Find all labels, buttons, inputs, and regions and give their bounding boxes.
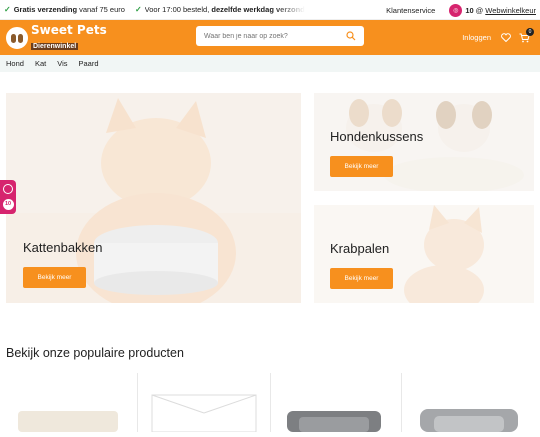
check-icon: ✓ [4,5,11,14]
product-image [18,411,118,432]
nav-item-vis[interactable]: Vis [57,59,67,68]
wishlist-heart-icon[interactable] [501,33,511,42]
product-image [151,394,257,433]
tile-hondenkussens[interactable]: Hondenkussens Bekijk meer [314,93,534,191]
search-input[interactable] [204,32,344,40]
product-card[interactable] [0,373,137,432]
product-card[interactable] [137,373,270,433]
review-at: @ [475,5,484,15]
review-score: 10 [465,5,474,15]
dog-logo-icon [6,27,28,49]
top-info-bar: ✓ Gratis verzending vanaf 75 euro ✓ Voor… [0,0,540,20]
tile-krabpalen-title: Krabpalen [330,241,390,256]
tile-kattenbakken-title: Kattenbakken [23,240,103,255]
search-bar [196,26,364,46]
review-logo-icon [3,184,13,195]
usp-same-day-text: Voor 17:00 besteld, [144,5,210,14]
product-grid [0,373,540,433]
search-icon[interactable] [346,31,356,41]
brand-subtitle: Dierenwinkel [31,43,79,50]
usp-same-day-text-wrap: Voor 17:00 besteld, dezelfde werkdag ver… [145,5,305,14]
tile-kattenbakken[interactable]: Kattenbakken Bekijk meer [6,93,301,303]
tile-hondenkussens-button[interactable]: Bekijk meer [330,156,393,177]
product-card[interactable] [270,373,401,432]
usp-same-day: ✓ Voor 17:00 besteld, dezelfde werkdag v… [135,5,305,14]
tile-kattenbakken-button[interactable]: Bekijk meer [23,267,86,288]
product-card[interactable] [401,373,540,432]
category-nav: Hond Kat Vis Paard [0,55,540,72]
tile-krabpalen[interactable]: Krabpalen Bekijk meer [314,205,534,303]
side-review-badge[interactable]: 10 [0,180,16,214]
tile-krabpalen-button[interactable]: Bekijk meer [330,268,393,289]
site-logo[interactable]: Sweet Pets Dierenwinkel [6,24,107,52]
cart-icon[interactable]: 0 [519,27,534,43]
top-right-links: Klantenservice ◎ 10 @ Webwinkelkeur [386,0,536,20]
product-image [420,409,518,432]
login-link[interactable]: Inloggen [462,33,491,42]
usp-free-shipping: ✓ Gratis verzending vanaf 75 euro [4,5,125,14]
usp-free-shipping-bold: Gratis verzending [13,5,78,14]
review-widget[interactable]: ◎ 10 @ Webwinkelkeur [449,3,536,17]
nav-item-paard[interactable]: Paard [79,59,99,68]
review-link[interactable]: Webwinkelkeur [485,6,536,15]
nav-item-hond[interactable]: Hond [6,59,24,68]
tile-hondenkussens-title: Hondenkussens [330,129,424,144]
review-logo-icon: ◎ [449,3,463,17]
check-icon: ✓ [134,5,142,14]
site-header: Sweet Pets Dierenwinkel Inloggen 0 [0,20,540,55]
product-image [287,411,381,432]
usp-same-day-bold: dezelfde werkdag verzonden [211,5,305,14]
usp-free-shipping-text: vanaf 75 euro [79,5,125,14]
customer-service-link[interactable]: Klantenservice [386,6,435,15]
popular-products-title: Bekijk onze populaire producten [6,346,184,360]
nav-item-kat[interactable]: Kat [35,59,46,68]
cart-count-badge: 0 [526,27,534,36]
brand-name: Sweet Pets [31,23,107,37]
header-actions: Inloggen 0 [462,20,534,55]
side-review-score: 10 [2,198,14,210]
